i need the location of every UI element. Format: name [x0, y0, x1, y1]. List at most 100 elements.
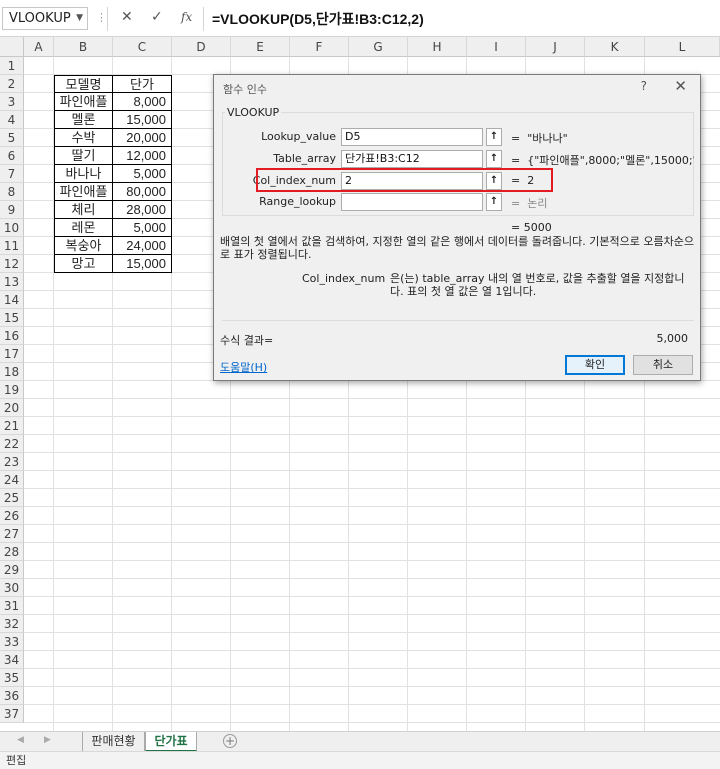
row-header[interactable]: 28 [0, 543, 24, 561]
chevron-down-icon[interactable]: ▼ [76, 8, 83, 29]
row-header[interactable]: 10 [0, 219, 24, 237]
column-header[interactable]: K [585, 37, 645, 57]
row-header[interactable]: 36 [0, 687, 24, 705]
sheet-tab-price-table[interactable]: 단가표 [145, 732, 197, 752]
tab-prev-icon[interactable]: ◀ [17, 735, 24, 745]
column-header[interactable]: I [467, 37, 526, 57]
row-header[interactable]: 7 [0, 165, 24, 183]
sheet-tab-sales[interactable]: 판매현황 [82, 732, 145, 752]
table-cell-model[interactable]: 바나나 [54, 165, 113, 183]
row-header[interactable]: 13 [0, 273, 24, 291]
table-cell-model[interactable]: 수박 [54, 129, 113, 147]
table-header-cell[interactable]: 단가 [113, 75, 172, 93]
row-header[interactable]: 25 [0, 489, 24, 507]
result-preview: = 5000 [511, 221, 552, 234]
table-cell-model[interactable]: 망고 [54, 255, 113, 273]
table-cell-price[interactable]: 80,000 [113, 183, 172, 201]
row-header[interactable]: 29 [0, 561, 24, 579]
help-icon[interactable]: ? [641, 79, 647, 93]
column-header[interactable]: E [231, 37, 290, 57]
table-cell-price[interactable]: 8,000 [113, 93, 172, 111]
enter-icon[interactable]: ✓ [151, 9, 163, 25]
row-header[interactable]: 9 [0, 201, 24, 219]
row-header[interactable]: 15 [0, 309, 24, 327]
row-header[interactable]: 23 [0, 453, 24, 471]
row-header[interactable]: 20 [0, 399, 24, 417]
row-header[interactable]: 6 [0, 147, 24, 165]
column-header[interactable]: G [349, 37, 408, 57]
column-header[interactable]: C [113, 37, 172, 57]
row-header[interactable]: 30 [0, 579, 24, 597]
table-header-cell[interactable]: 모델명 [54, 75, 113, 93]
arg-input-lookup-value[interactable]: D5 [341, 128, 483, 146]
table-cell-price[interactable]: 5,000 [113, 165, 172, 183]
table-cell-price[interactable]: 15,000 [113, 111, 172, 129]
row-header[interactable]: 26 [0, 507, 24, 525]
table-cell-model[interactable]: 레몬 [54, 219, 113, 237]
row-header[interactable]: 35 [0, 669, 24, 687]
row-header[interactable]: 1 [0, 57, 24, 75]
row-header[interactable]: 16 [0, 327, 24, 345]
select-all-corner[interactable] [0, 37, 24, 57]
close-icon[interactable]: ✕ [674, 77, 687, 95]
row-header[interactable]: 14 [0, 291, 24, 309]
table-cell-model[interactable]: 복숭아 [54, 237, 113, 255]
collapse-dialog-icon[interactable]: ↑ [486, 193, 502, 211]
divider [203, 7, 204, 31]
table-cell-price[interactable]: 24,000 [113, 237, 172, 255]
row-header[interactable]: 18 [0, 363, 24, 381]
column-header[interactable]: A [24, 37, 54, 57]
tab-next-icon[interactable]: ▶ [44, 735, 51, 745]
row-header[interactable]: 27 [0, 525, 24, 543]
row-header[interactable]: 8 [0, 183, 24, 201]
ok-button[interactable]: 확인 [565, 355, 625, 375]
table-cell-price[interactable]: 15,000 [113, 255, 172, 273]
drag-handle-icon[interactable]: ⋮ [96, 11, 107, 24]
row-header[interactable]: 11 [0, 237, 24, 255]
add-sheet-icon[interactable]: + [223, 734, 237, 748]
row-header[interactable]: 21 [0, 417, 24, 435]
table-cell-model[interactable]: 딸기 [54, 147, 113, 165]
row-header[interactable]: 31 [0, 597, 24, 615]
arg-input-range-lookup[interactable] [341, 193, 483, 211]
table-cell-price[interactable]: 12,000 [113, 147, 172, 165]
column-header[interactable]: B [54, 37, 113, 57]
cancel-icon[interactable]: ✕ [121, 9, 133, 25]
row-header[interactable]: 2 [0, 75, 24, 93]
insert-function-icon[interactable]: fx [181, 10, 192, 24]
column-header[interactable]: L [645, 37, 720, 57]
collapse-dialog-icon[interactable]: ↑ [486, 128, 502, 146]
row-header[interactable]: 17 [0, 345, 24, 363]
cancel-button[interactable]: 취소 [633, 355, 693, 375]
help-link[interactable]: 도움말(H) [220, 359, 267, 375]
column-header[interactable]: J [526, 37, 585, 57]
arg-input-table-array[interactable]: 단가표!B3:C12 [341, 150, 483, 168]
row-header[interactable]: 19 [0, 381, 24, 399]
table-cell-model[interactable]: 파인애플 [54, 93, 113, 111]
row-header[interactable]: 32 [0, 615, 24, 633]
table-cell-price[interactable]: 20,000 [113, 129, 172, 147]
name-box-value: VLOOKUP [9, 11, 71, 26]
table-cell-model[interactable]: 체리 [54, 201, 113, 219]
row-header[interactable]: 34 [0, 651, 24, 669]
table-cell-model[interactable]: 파인애플 [54, 183, 113, 201]
row-header[interactable]: 5 [0, 129, 24, 147]
table-cell-model[interactable]: 멜론 [54, 111, 113, 129]
equals-sign: = [511, 154, 521, 167]
row-header[interactable]: 3 [0, 93, 24, 111]
table-cell-price[interactable]: 5,000 [113, 219, 172, 237]
collapse-dialog-icon[interactable]: ↑ [486, 150, 502, 168]
row-header[interactable]: 24 [0, 471, 24, 489]
table-cell-price[interactable]: 28,000 [113, 201, 172, 219]
row-header[interactable]: 37 [0, 705, 24, 723]
row-header[interactable]: 12 [0, 255, 24, 273]
name-box[interactable]: VLOOKUP ▼ [2, 7, 88, 30]
formula-input[interactable]: =VLOOKUP(D5,단가표!B3:C12,2) [212, 9, 424, 29]
column-header[interactable]: D [172, 37, 231, 57]
row-header[interactable]: 4 [0, 111, 24, 129]
column-header[interactable]: F [290, 37, 349, 57]
arg-label-table-array: Table_array [273, 152, 336, 165]
column-header[interactable]: H [408, 37, 467, 57]
row-header[interactable]: 33 [0, 633, 24, 651]
row-header[interactable]: 22 [0, 435, 24, 453]
